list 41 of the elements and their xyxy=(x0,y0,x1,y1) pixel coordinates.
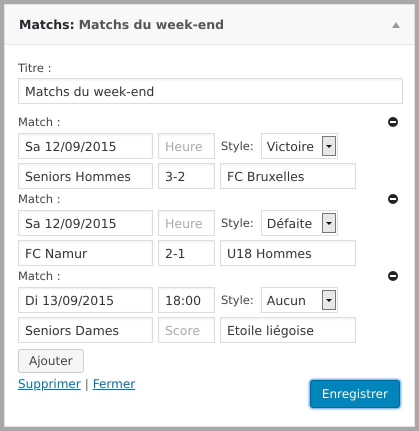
delete-link[interactable]: Supprimer xyxy=(18,377,81,391)
widget-type: Matchs: xyxy=(19,17,75,32)
widget-title: Matchs du week-end xyxy=(78,17,224,32)
time-field[interactable]: Heure xyxy=(158,210,215,236)
dropdown-icon xyxy=(322,136,336,156)
score-field[interactable]: 3-2 xyxy=(158,163,215,189)
remove-icon[interactable] xyxy=(388,271,398,281)
widget-header[interactable]: Matchs: Matchs du week-end xyxy=(5,5,414,45)
time-field[interactable]: Heure xyxy=(158,133,215,159)
match-label: Match : xyxy=(18,192,61,206)
field-label: Titre : xyxy=(18,61,52,75)
opponent-field[interactable]: U18 Hommes xyxy=(220,240,356,266)
match-label: Match : xyxy=(18,115,61,129)
link-separator: | xyxy=(84,377,89,391)
date-field[interactable]: Di 13/09/2015 xyxy=(18,287,153,313)
style-select[interactable]: Défaite xyxy=(260,210,338,236)
style-select[interactable]: Victoire xyxy=(260,133,338,159)
style-label: Style: xyxy=(221,139,254,153)
team-field[interactable]: FC Namur xyxy=(18,240,153,266)
team-field[interactable]: Seniors Hommes xyxy=(18,163,153,189)
dropdown-icon xyxy=(322,290,336,310)
save-button[interactable]: Enregistrer xyxy=(310,380,400,408)
title-field[interactable]: Matchs du week-end xyxy=(18,78,403,104)
opponent-field[interactable]: Etoile liégoise xyxy=(220,317,356,343)
remove-icon[interactable] xyxy=(388,117,398,127)
collapse-icon[interactable] xyxy=(392,22,400,28)
match-label: Match : xyxy=(18,269,61,283)
team-field[interactable]: Seniors Dames xyxy=(18,317,153,343)
time-field[interactable]: 18:00 xyxy=(158,287,215,313)
close-link[interactable]: Fermer xyxy=(92,377,136,391)
opponent-field[interactable]: FC Bruxelles xyxy=(220,163,356,189)
score-field[interactable]: Score xyxy=(158,317,215,343)
style-label: Style: xyxy=(221,216,254,230)
dropdown-icon xyxy=(322,213,336,233)
add-button[interactable]: Ajouter xyxy=(18,349,84,373)
date-field[interactable]: Sa 12/09/2015 xyxy=(18,210,153,236)
remove-icon[interactable] xyxy=(388,194,398,204)
style-select[interactable]: Aucun xyxy=(260,287,338,313)
date-field[interactable]: Sa 12/09/2015 xyxy=(18,133,153,159)
style-label: Style: xyxy=(221,293,254,307)
score-field[interactable]: 2-1 xyxy=(158,240,215,266)
